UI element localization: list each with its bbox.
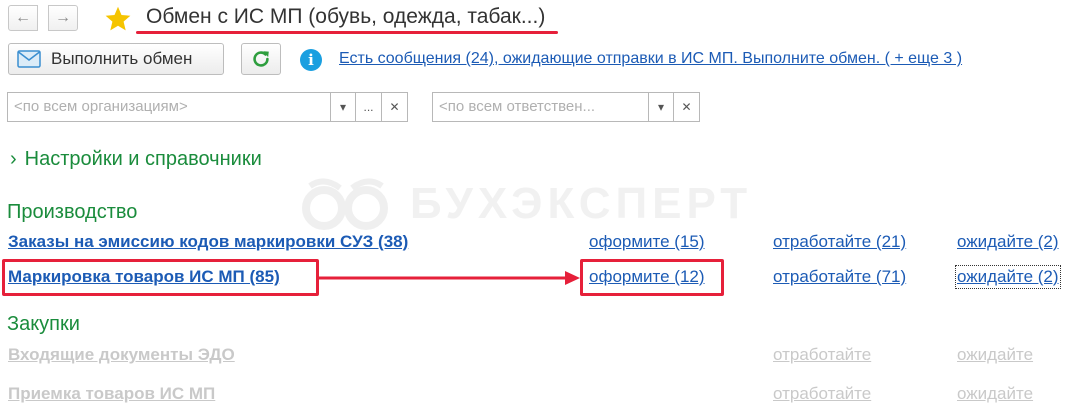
envelope-icon xyxy=(17,50,41,68)
pending-messages-link[interactable]: Есть сообщения (24), ожидающие отправки … xyxy=(339,50,962,68)
incoming-edo-process-link[interactable]: отработайте xyxy=(773,345,871,365)
refresh-icon xyxy=(253,51,269,67)
title-highlight-underline xyxy=(136,31,558,34)
organization-clear-button[interactable]: ✕ xyxy=(382,92,408,122)
organization-select-button[interactable]: ... xyxy=(356,92,382,122)
goods-acceptance-link[interactable]: Приемка товаров ИС МП xyxy=(8,384,215,404)
annotation-arrow-icon xyxy=(319,271,580,285)
emission-orders-link[interactable]: Заказы на эмиссию кодов маркировки СУЗ (… xyxy=(8,232,408,252)
goods-acceptance-process-link[interactable]: отработайте xyxy=(773,384,871,404)
responsible-clear-button[interactable]: ✕ xyxy=(674,92,700,122)
arrow-left-icon: ← xyxy=(15,9,31,26)
arrow-right-icon: → xyxy=(55,9,71,26)
responsible-filter-input[interactable]: <по всем ответствен... xyxy=(432,92,648,122)
watermark: БУХЭКСПЕРТ xyxy=(300,176,752,232)
chevron-right-icon: › xyxy=(10,148,17,170)
incoming-edo-wait-link[interactable]: ожидайте xyxy=(957,345,1033,365)
emission-orders-wait-link[interactable]: ожидайте (2) xyxy=(957,232,1059,252)
purchases-section-title: Закупки xyxy=(7,313,80,335)
organization-filter-input[interactable]: <по всем организациям> xyxy=(7,92,330,122)
more-icon: ... xyxy=(363,100,374,114)
page-title: Обмен с ИС МП (обувь, одежда, табак...) xyxy=(146,5,546,28)
dropdown-arrow-icon: ▾ xyxy=(657,100,665,114)
star-icon[interactable] xyxy=(104,5,132,33)
clear-icon: ✕ xyxy=(389,100,400,114)
run-exchange-label: Выполнить обмен xyxy=(51,49,193,68)
incoming-edo-documents-link[interactable]: Входящие документы ЭДО xyxy=(8,345,235,365)
watermark-text: БУХЭКСПЕРТ xyxy=(410,179,753,228)
production-section-title: Производство xyxy=(7,201,138,223)
responsible-filter: <по всем ответствен... ▾ ✕ xyxy=(432,92,700,122)
emission-orders-process-link[interactable]: отработайте (21) xyxy=(773,232,906,252)
responsible-dropdown-button[interactable]: ▾ xyxy=(648,92,674,122)
clear-icon: ✕ xyxy=(681,100,692,114)
dropdown-arrow-icon: ▾ xyxy=(339,100,347,114)
back-button[interactable]: ← xyxy=(8,5,38,31)
organization-filter: <по всем организациям> ▾ ... ✕ xyxy=(7,92,408,122)
info-icon: i xyxy=(300,49,322,71)
forward-button[interactable]: → xyxy=(48,5,78,31)
prepare-count-highlight-box xyxy=(580,259,724,296)
refresh-button[interactable] xyxy=(241,43,281,75)
watermark-logo-icon xyxy=(302,178,388,230)
run-exchange-button[interactable]: Выполнить обмен xyxy=(8,43,224,75)
emission-orders-prepare-link[interactable]: оформите (15) xyxy=(589,232,705,252)
settings-group-toggle[interactable]: › Настройки и справочники xyxy=(10,148,262,171)
goods-marking-highlight-box xyxy=(2,259,319,296)
goods-marking-process-link[interactable]: отработайте (71) xyxy=(773,267,906,287)
goods-marking-wait-link[interactable]: ожидайте (2) xyxy=(955,265,1061,289)
organization-dropdown-button[interactable]: ▾ xyxy=(330,92,356,122)
goods-acceptance-wait-link[interactable]: ожидайте xyxy=(957,384,1033,404)
settings-group-label: Настройки и справочники xyxy=(24,148,262,170)
